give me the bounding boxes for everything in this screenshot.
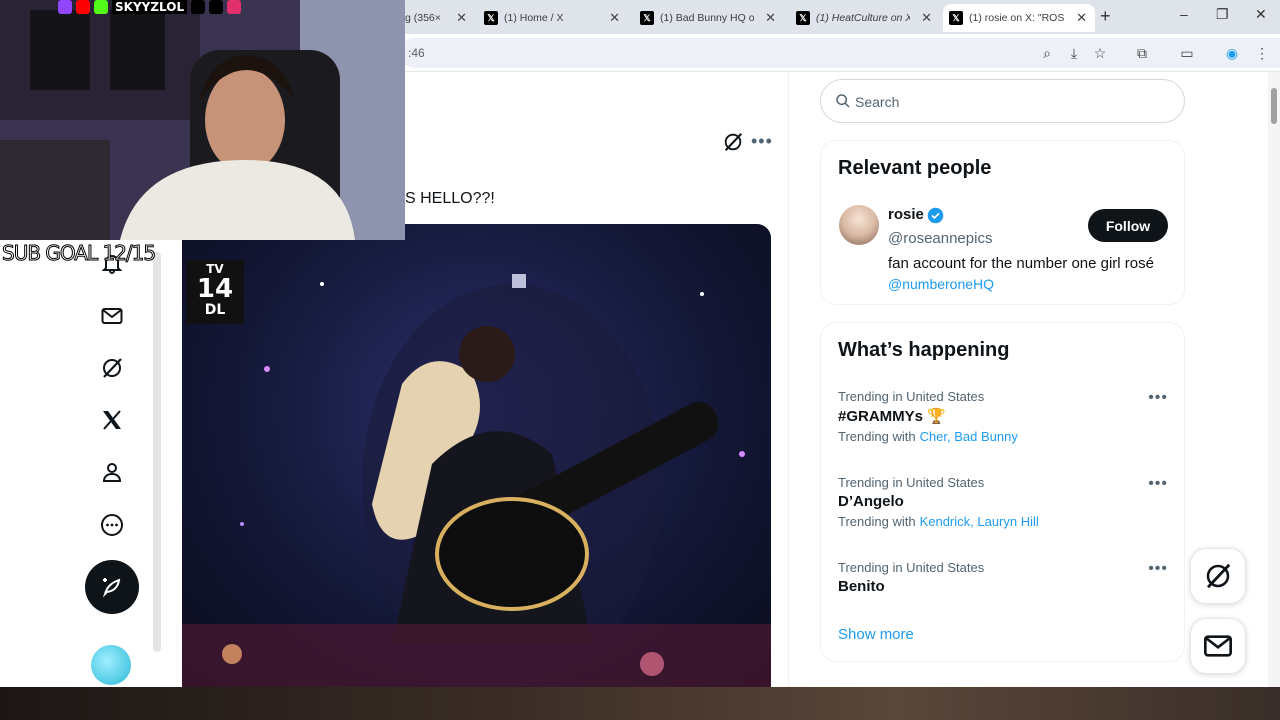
minimize-icon[interactable]: – — [1180, 6, 1188, 22]
relevant-people-title: Relevant people — [838, 157, 992, 179]
column-divider — [788, 72, 789, 687]
post-icon — [102, 578, 121, 598]
zoom-icon[interactable]: ⌕ — [1039, 45, 1055, 61]
cast-icon[interactable]: ▭ — [1179, 45, 1195, 61]
x-logo-icon[interactable] — [97, 405, 127, 435]
new-tab-icon[interactable]: + — [1100, 6, 1111, 27]
search-icon — [836, 94, 850, 108]
messages-icon — [1204, 635, 1232, 657]
bookmark-star-icon[interactable]: ☆ — [1092, 45, 1108, 61]
channel-name: SKYYZLOL — [112, 0, 188, 14]
messages-float-button[interactable] — [1190, 618, 1246, 674]
install-icon[interactable]: ⤓ — [1066, 45, 1082, 61]
trend-item[interactable]: Trending in United States #GRAMMYs 🏆 Tre… — [838, 389, 1168, 444]
messages-icon[interactable] — [97, 301, 127, 331]
grok-icon[interactable] — [722, 131, 744, 158]
search-input[interactable]: Search — [820, 79, 1185, 123]
show-more-link[interactable]: Show more — [838, 626, 914, 643]
trend-more-icon[interactable]: ••• — [1148, 389, 1168, 407]
browser-tab-active[interactable]: 𝕏 (1) rosie on X: "ROSÉ ✕ — [943, 4, 1095, 32]
trend-item[interactable]: Trending in United States Benito ••• — [838, 560, 1168, 595]
x-favicon-icon: 𝕏 — [949, 11, 963, 25]
post-more-icon[interactable]: ••• — [751, 131, 773, 152]
x-social-icon — [209, 0, 224, 14]
close-tab-icon[interactable]: ✕ — [921, 10, 932, 26]
sub-goal-overlay: SUB GOAL 12/15 — [1, 241, 156, 266]
whats-happening-title: What’s happening — [838, 339, 1010, 361]
whats-happening-card: What’s happening Trending in United Stat… — [820, 322, 1185, 662]
tiktok-icon — [191, 0, 206, 14]
trend-item[interactable]: Trending in United States D’Angelo Trend… — [838, 475, 1168, 529]
person-handle[interactable]: @roseannepics — [888, 230, 992, 247]
post-text: S HELLO??! — [405, 190, 495, 207]
webcam-frame — [0, 0, 405, 240]
grok-icon[interactable] — [97, 353, 127, 383]
stream-background-strip — [0, 687, 1280, 720]
more-icon[interactable] — [97, 510, 127, 540]
x-favicon-icon: 𝕏 — [640, 11, 654, 25]
close-tab-icon[interactable]: ✕ — [765, 10, 776, 26]
browser-tab[interactable]: 𝕏 (1) HeatCulture on X ✕ — [792, 4, 940, 32]
person-bio: fan account for the number one girl rosé — [888, 255, 1154, 272]
stream-socials-bar: SKYYZLOL — [58, 0, 242, 14]
follow-button[interactable]: Follow — [1088, 209, 1168, 242]
youtube-icon — [76, 0, 90, 14]
close-tab-icon[interactable]: ✕ — [1076, 10, 1087, 26]
x-favicon-icon: 𝕏 — [796, 11, 810, 25]
bio-mention-link[interactable]: @numberoneHQ — [888, 276, 994, 292]
post-media-video[interactable]: TV 14 DL — [182, 224, 771, 687]
twitch-icon — [58, 0, 72, 14]
avatar[interactable] — [839, 205, 879, 245]
page-scrollbar[interactable] — [1268, 72, 1280, 687]
restore-icon[interactable]: ❐ — [1216, 6, 1229, 23]
video-frame — [182, 274, 771, 687]
grok-icon — [1206, 563, 1231, 589]
trend-more-icon[interactable]: ••• — [1148, 560, 1168, 578]
browser-tab[interactable]: g (356× ✕ — [405, 4, 475, 32]
nav-scrollbar[interactable] — [153, 252, 161, 652]
webcam-overlay: SKYYZLOL — [0, 0, 405, 240]
extensions-icon[interactable]: ⧉ — [1134, 45, 1150, 61]
close-tab-icon[interactable]: ✕ — [609, 10, 620, 26]
scrollbar-thumb[interactable] — [1271, 88, 1277, 124]
profile-extension-icon[interactable]: ◉ — [1224, 45, 1240, 61]
relevant-people-card: Relevant people rosie @roseannepics Foll… — [820, 140, 1185, 305]
browser-menu-icon[interactable]: ⋮ — [1254, 45, 1270, 61]
x-favicon-icon: 𝕏 — [484, 11, 498, 25]
close-window-icon[interactable]: ✕ — [1255, 6, 1267, 23]
trend-more-icon[interactable]: ••• — [1148, 475, 1168, 493]
instagram-icon — [227, 0, 242, 14]
person-name[interactable]: rosie — [888, 206, 924, 223]
trend-related-links[interactable]: Kendrick, Lauryn Hill — [920, 514, 1039, 529]
browser-tab[interactable]: 𝕏 (1) Home / X ✕ — [480, 4, 628, 32]
grok-float-button[interactable] — [1190, 548, 1246, 604]
close-tab-icon[interactable]: ✕ — [456, 10, 467, 26]
trend-related-links[interactable]: Cher, Bad Bunny — [920, 429, 1018, 444]
account-avatar[interactable] — [91, 645, 131, 685]
verified-badge-icon — [927, 207, 944, 224]
post-button[interactable] — [85, 560, 139, 614]
profile-icon[interactable] — [97, 457, 127, 487]
browser-tab[interactable]: 𝕏 (1) Bad Bunny HQ on ✕ — [636, 4, 784, 32]
tv-rating-badge: TV 14 DL — [186, 260, 244, 324]
kick-icon — [94, 0, 108, 14]
grammy-trophy-icon: 🏆 — [927, 408, 946, 425]
